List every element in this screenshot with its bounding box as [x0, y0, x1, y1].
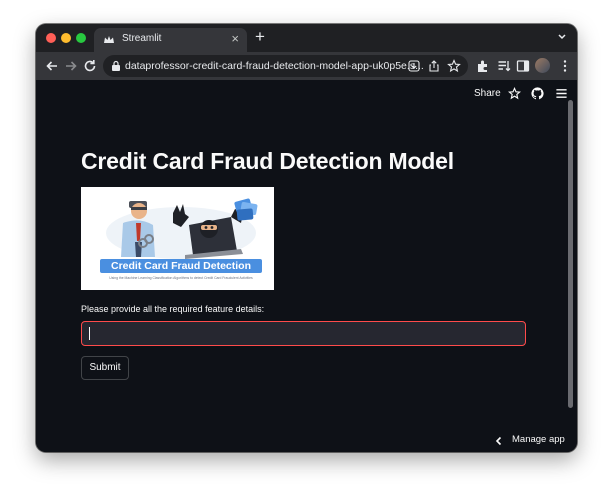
profile-avatar-icon[interactable]	[535, 58, 550, 73]
forward-arrow-icon[interactable]	[63, 58, 79, 74]
github-icon[interactable]	[531, 87, 544, 100]
fraud-detection-banner-image: Credit Card Fraud Detection Using the Ma…	[81, 187, 274, 290]
tab-search-chevron-icon[interactable]	[557, 30, 567, 44]
share-button[interactable]: Share	[474, 88, 501, 99]
manage-app-button[interactable]: Manage app	[492, 433, 572, 449]
text-caret	[89, 327, 90, 340]
reading-list-icon[interactable]	[497, 59, 511, 73]
page-scrollbar[interactable]	[568, 100, 573, 408]
hamburger-menu-icon[interactable]	[555, 87, 568, 100]
feature-details-input[interactable]	[81, 321, 526, 346]
kebab-menu-icon[interactable]	[558, 59, 572, 73]
url-text: dataprofessor-credit-card-fraud-detectio…	[125, 60, 424, 72]
submit-button[interactable]: Submit	[81, 356, 129, 380]
page-title: Credit Card Fraud Detection Model	[81, 148, 454, 174]
tab-title: Streamlit	[122, 33, 162, 44]
tab-bar: Streamlit × +	[36, 24, 577, 52]
streamlit-crown-icon	[104, 36, 114, 43]
streamlit-app: Share Credit Card Fraud Detection Model	[36, 80, 577, 452]
banner-title: Credit Card Fraud Detection	[100, 259, 262, 273]
browser-toolbar: dataprofessor-credit-card-fraud-detectio…	[36, 52, 577, 80]
banner-subtitle: Using the Machine Learning Classificatio…	[109, 276, 253, 280]
download-icon[interactable]	[407, 59, 421, 73]
maximize-window-button[interactable]	[76, 33, 86, 43]
reload-icon[interactable]	[82, 58, 98, 74]
browser-tab[interactable]: Streamlit ×	[94, 28, 247, 52]
close-window-button[interactable]	[46, 33, 56, 43]
lock-icon	[112, 60, 120, 71]
fraud-illustration	[106, 198, 258, 259]
tab-close-button[interactable]: ×	[231, 31, 239, 46]
back-arrow-icon[interactable]	[44, 58, 60, 74]
star-icon[interactable]	[447, 59, 461, 73]
new-tab-button[interactable]: +	[255, 27, 265, 47]
chevron-left-icon	[495, 436, 502, 446]
sidebar-icon[interactable]	[516, 59, 530, 73]
share-page-icon[interactable]	[427, 59, 441, 73]
star-icon[interactable]	[508, 87, 521, 100]
minimize-window-button[interactable]	[61, 33, 71, 43]
feature-input-label: Please provide all the required feature …	[81, 304, 265, 314]
address-bar[interactable]: dataprofessor-credit-card-fraud-detectio…	[103, 55, 468, 77]
browser-window: Streamlit × + dataprofessor-credit-card-…	[36, 24, 577, 452]
extensions-icon[interactable]	[476, 59, 490, 73]
manage-app-label: Manage app	[512, 434, 565, 445]
